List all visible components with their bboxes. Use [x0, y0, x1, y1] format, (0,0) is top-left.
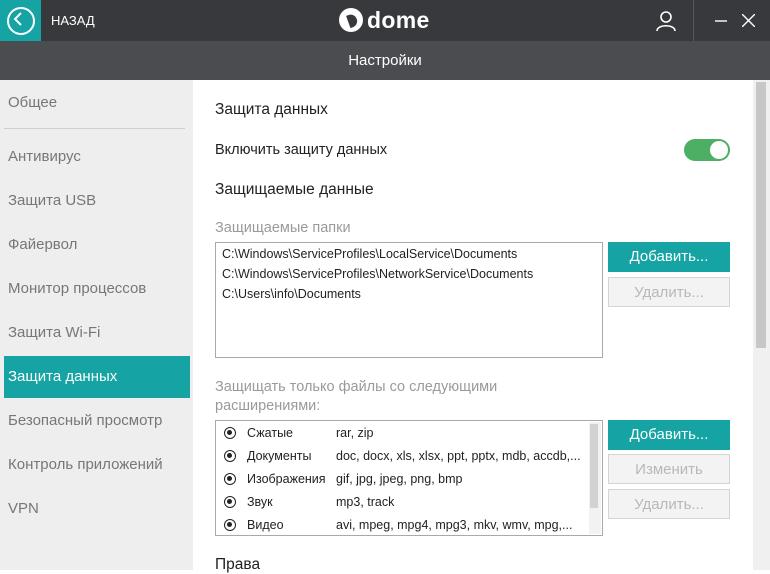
radio-selected-icon[interactable]	[224, 473, 236, 485]
list-item[interactable]: C:\Users\info\Documents	[222, 287, 361, 301]
edit-extension-button[interactable]: Изменить	[608, 454, 730, 484]
sidebar-item-general[interactable]: Общее	[0, 82, 193, 124]
radio-selected-icon[interactable]	[224, 496, 236, 508]
add-folder-button[interactable]: Добавить...	[608, 242, 730, 272]
sidebar-item-usb[interactable]: Защита USB	[0, 180, 193, 222]
radio-selected-icon[interactable]	[224, 450, 236, 462]
extension-row-images[interactable]: Изображения gif, jpg, jpeg, png, bmp	[221, 469, 581, 491]
sidebar-item-vpn[interactable]: VPN	[0, 488, 193, 530]
extensions-label-line2: расширениями:	[215, 398, 321, 414]
toggle-knob	[710, 141, 728, 159]
extension-row-audio[interactable]: Звук mp3, track	[221, 492, 581, 514]
extension-values: avi, mpeg, mpg4, mpg3, mkv, wmv, mpg,...	[336, 518, 573, 532]
sidebar-item-safe-browsing[interactable]: Безопасный просмотр	[0, 400, 193, 442]
extension-name: Звук	[247, 495, 273, 509]
radio-selected-icon[interactable]	[224, 427, 236, 439]
remove-extension-button[interactable]: Удалить...	[608, 489, 730, 519]
sidebar-item-process-monitor[interactable]: Монитор процессов	[0, 268, 193, 310]
remove-folder-button[interactable]: Удалить...	[608, 277, 730, 307]
extension-name: Сжатые	[247, 426, 294, 440]
user-icon	[656, 11, 676, 32]
extensions-label-line1: Защищать только файлы со следующими	[215, 379, 498, 395]
sidebar-item-firewall[interactable]: Файервол	[0, 224, 193, 266]
list-item[interactable]: C:\Windows\ServiceProfiles\NetworkServic…	[222, 267, 533, 281]
sidebar-item-app-control[interactable]: Контроль приложений	[0, 444, 193, 486]
account-button[interactable]	[641, 0, 694, 41]
list-item[interactable]: C:\Windows\ServiceProfiles\LocalService\…	[222, 247, 517, 261]
enable-protection-label: Включить защиту данных	[215, 142, 388, 158]
back-label[interactable]: НАЗАД	[51, 13, 95, 28]
close-button[interactable]	[731, 0, 766, 41]
extension-row-archives[interactable]: Сжатые rar, zip	[221, 423, 581, 445]
extensions-scrollbar-thumb[interactable]	[590, 424, 598, 508]
extension-name: Документы	[247, 449, 312, 463]
extension-name: Изображения	[247, 472, 326, 486]
protected-data-title: Защищаемые данные	[215, 181, 374, 198]
sidebar-item-antivirus[interactable]: Антивирус	[0, 136, 193, 178]
protected-folders-label: Защищаемые папки	[215, 220, 351, 236]
dome-logo: dome	[339, 6, 430, 34]
extension-row-video[interactable]: Видео avi, mpeg, mpg4, mpg3, mkv, wmv, m…	[221, 515, 581, 537]
page-title: Настройки	[348, 52, 422, 69]
logo-text: dome	[367, 6, 430, 33]
extension-values: gif, jpg, jpeg, png, bmp	[336, 472, 463, 486]
panel-scrollbar-thumb[interactable]	[756, 82, 766, 348]
back-button[interactable]	[0, 0, 41, 41]
section-title: Защита данных	[215, 101, 328, 118]
extension-name: Видео	[247, 518, 284, 532]
extension-values: doc, docx, xls, xlsx, ppt, pptx, mdb, ac…	[336, 449, 581, 463]
back-arrow-icon	[7, 7, 35, 35]
extension-values: rar, zip	[336, 426, 374, 440]
minimize-icon	[714, 19, 727, 22]
add-extension-button[interactable]: Добавить...	[608, 420, 730, 450]
sidebar-divider	[4, 128, 185, 129]
radio-selected-icon[interactable]	[224, 519, 236, 531]
close-icon	[742, 14, 755, 27]
dome-logo-icon	[339, 8, 363, 32]
sidebar-item-wifi[interactable]: Защита Wi-Fi	[0, 312, 193, 354]
rights-title: Права	[215, 556, 261, 573]
sidebar-item-data-protection[interactable]: Защита данных	[4, 356, 190, 398]
extension-row-documents[interactable]: Документы doc, docx, xls, xlsx, ppt, ppt…	[221, 446, 581, 468]
extension-values: mp3, track	[336, 495, 395, 509]
